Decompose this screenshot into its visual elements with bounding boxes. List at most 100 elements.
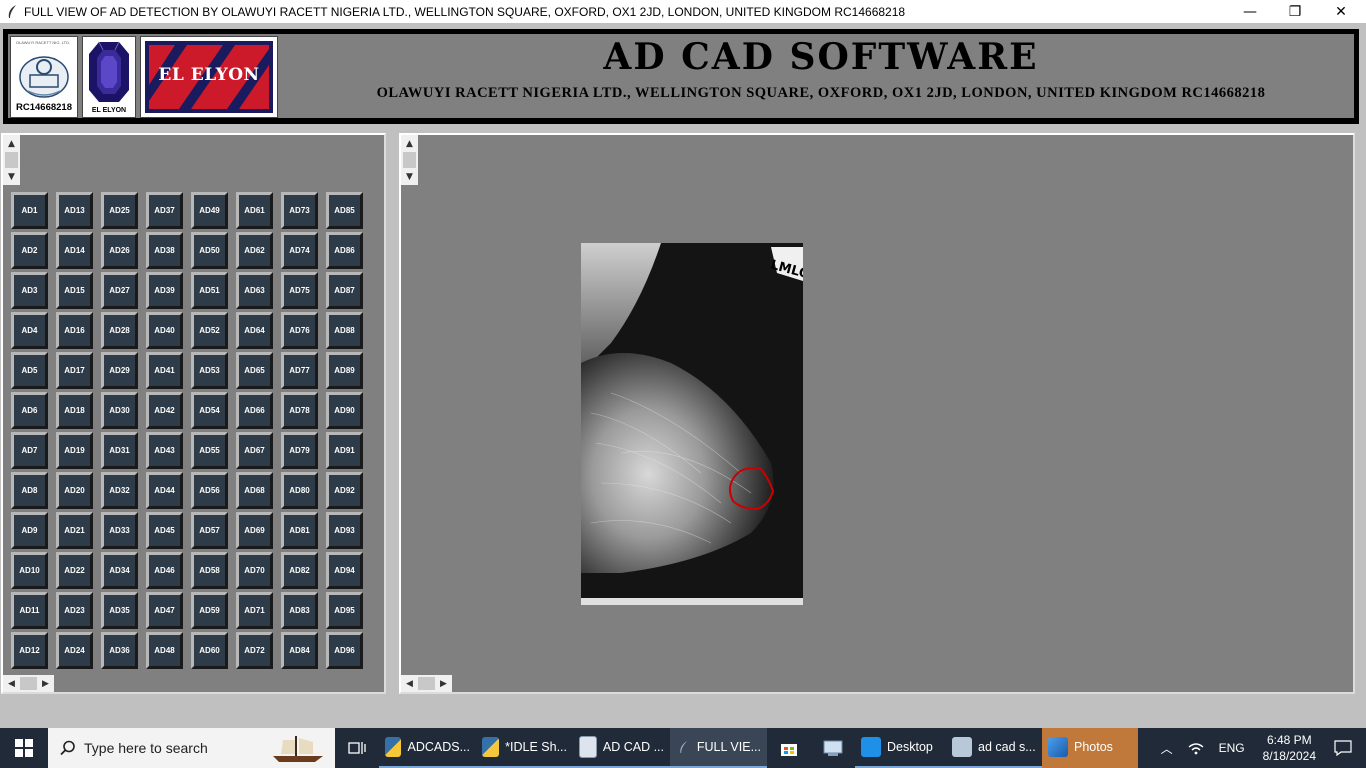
ad-button[interactable]: AD69 <box>236 512 273 549</box>
ad-button[interactable]: AD35 <box>101 592 138 629</box>
ad-button[interactable]: AD46 <box>146 552 183 589</box>
ad-button[interactable]: AD37 <box>146 192 183 229</box>
ad-button[interactable]: AD21 <box>56 512 93 549</box>
control-panel-button[interactable] <box>811 728 855 768</box>
taskbar-app-full-view[interactable]: FULL VIE... <box>670 728 767 768</box>
taskbar-app-idle-shell[interactable]: *IDLE Sh... <box>476 728 573 768</box>
taskbar-app-ad-cad-s[interactable]: ad cad s... <box>946 728 1042 768</box>
ad-button[interactable]: AD29 <box>101 352 138 389</box>
ad-button[interactable]: AD3 <box>11 272 48 309</box>
ad-button[interactable]: AD91 <box>326 432 363 469</box>
ad-button[interactable]: AD85 <box>326 192 363 229</box>
ad-button[interactable]: AD96 <box>326 632 363 669</box>
ad-button[interactable]: AD66 <box>236 392 273 429</box>
horizontal-scrollbar[interactable]: ◀ ▶ <box>401 675 452 692</box>
ad-button[interactable]: AD86 <box>326 232 363 269</box>
ad-button[interactable]: AD26 <box>101 232 138 269</box>
vertical-scrollbar[interactable]: ▲ ▼ <box>3 135 20 185</box>
horizontal-scrollbar[interactable]: ◀ ▶ <box>3 675 54 692</box>
scroll-right-icon[interactable]: ▶ <box>37 675 54 692</box>
scroll-down-icon[interactable]: ▼ <box>401 168 418 185</box>
ad-button[interactable]: AD50 <box>191 232 228 269</box>
ad-button[interactable]: AD36 <box>101 632 138 669</box>
ad-button[interactable]: AD61 <box>236 192 273 229</box>
scroll-thumb[interactable] <box>20 677 37 690</box>
ad-button[interactable]: AD82 <box>281 552 318 589</box>
ad-button[interactable]: AD67 <box>236 432 273 469</box>
scroll-right-icon[interactable]: ▶ <box>435 675 452 692</box>
ad-button[interactable]: AD43 <box>146 432 183 469</box>
ad-button[interactable]: AD68 <box>236 472 273 509</box>
scroll-thumb[interactable] <box>418 677 435 690</box>
ad-button[interactable]: AD27 <box>101 272 138 309</box>
ad-button[interactable]: AD45 <box>146 512 183 549</box>
ad-button[interactable]: AD17 <box>56 352 93 389</box>
scroll-thumb[interactable] <box>403 152 416 168</box>
ad-button[interactable]: AD54 <box>191 392 228 429</box>
ad-button[interactable]: AD13 <box>56 192 93 229</box>
ad-button[interactable]: AD23 <box>56 592 93 629</box>
ad-button[interactable]: AD84 <box>281 632 318 669</box>
ad-button[interactable]: AD7 <box>11 432 48 469</box>
ad-button[interactable]: AD60 <box>191 632 228 669</box>
ad-button[interactable]: AD30 <box>101 392 138 429</box>
start-button[interactable] <box>0 728 48 768</box>
ad-button[interactable]: AD8 <box>11 472 48 509</box>
ad-button[interactable]: AD16 <box>56 312 93 349</box>
store-button[interactable] <box>767 728 811 768</box>
notifications-icon[interactable] <box>1334 740 1352 756</box>
ad-button[interactable]: AD5 <box>11 352 48 389</box>
scroll-thumb[interactable] <box>5 152 18 168</box>
ad-button[interactable]: AD9 <box>11 512 48 549</box>
ad-button[interactable]: AD79 <box>281 432 318 469</box>
taskbar-app-ad-cad[interactable]: AD CAD ... <box>573 728 670 768</box>
ad-button[interactable]: AD92 <box>326 472 363 509</box>
ad-button[interactable]: AD78 <box>281 392 318 429</box>
ad-button[interactable]: AD72 <box>236 632 273 669</box>
ad-button[interactable]: AD77 <box>281 352 318 389</box>
ad-button[interactable]: AD4 <box>11 312 48 349</box>
ad-button[interactable]: AD42 <box>146 392 183 429</box>
ad-button[interactable]: AD31 <box>101 432 138 469</box>
close-button[interactable]: ✕ <box>1318 0 1364 23</box>
ad-button[interactable]: AD55 <box>191 432 228 469</box>
ad-button[interactable]: AD89 <box>326 352 363 389</box>
ad-button[interactable]: AD6 <box>11 392 48 429</box>
ad-button[interactable]: AD80 <box>281 472 318 509</box>
ad-button[interactable]: AD59 <box>191 592 228 629</box>
ad-button[interactable]: AD38 <box>146 232 183 269</box>
scroll-up-icon[interactable]: ▲ <box>401 135 418 152</box>
ad-button[interactable]: AD76 <box>281 312 318 349</box>
scroll-left-icon[interactable]: ◀ <box>401 675 418 692</box>
show-hidden-icons-icon[interactable]: ︿ <box>1161 740 1173 757</box>
ad-button[interactable]: AD57 <box>191 512 228 549</box>
ad-button[interactable]: AD63 <box>236 272 273 309</box>
ad-button[interactable]: AD10 <box>11 552 48 589</box>
ad-button[interactable]: AD41 <box>146 352 183 389</box>
ad-button[interactable]: AD33 <box>101 512 138 549</box>
ad-button[interactable]: AD48 <box>146 632 183 669</box>
ad-button[interactable]: AD51 <box>191 272 228 309</box>
vertical-scrollbar[interactable]: ▲ ▼ <box>401 135 418 185</box>
ad-button[interactable]: AD32 <box>101 472 138 509</box>
ad-button[interactable]: AD90 <box>326 392 363 429</box>
ad-button[interactable]: AD64 <box>236 312 273 349</box>
ad-button[interactable]: AD75 <box>281 272 318 309</box>
ad-button[interactable]: AD11 <box>11 592 48 629</box>
ad-button[interactable]: AD14 <box>56 232 93 269</box>
ad-button[interactable]: AD25 <box>101 192 138 229</box>
network-icon[interactable] <box>1187 741 1205 755</box>
ad-button[interactable]: AD53 <box>191 352 228 389</box>
ad-button[interactable]: AD19 <box>56 432 93 469</box>
ad-button[interactable]: AD47 <box>146 592 183 629</box>
ad-button[interactable]: AD65 <box>236 352 273 389</box>
taskbar-app-desktop[interactable]: Desktop <box>855 728 946 768</box>
ad-button[interactable]: AD81 <box>281 512 318 549</box>
ad-button[interactable]: AD70 <box>236 552 273 589</box>
ad-button[interactable]: AD44 <box>146 472 183 509</box>
ad-button[interactable]: AD22 <box>56 552 93 589</box>
task-view-button[interactable] <box>335 728 379 768</box>
ad-button[interactable]: AD34 <box>101 552 138 589</box>
minimize-button[interactable]: — <box>1227 0 1273 23</box>
ad-button[interactable]: AD73 <box>281 192 318 229</box>
